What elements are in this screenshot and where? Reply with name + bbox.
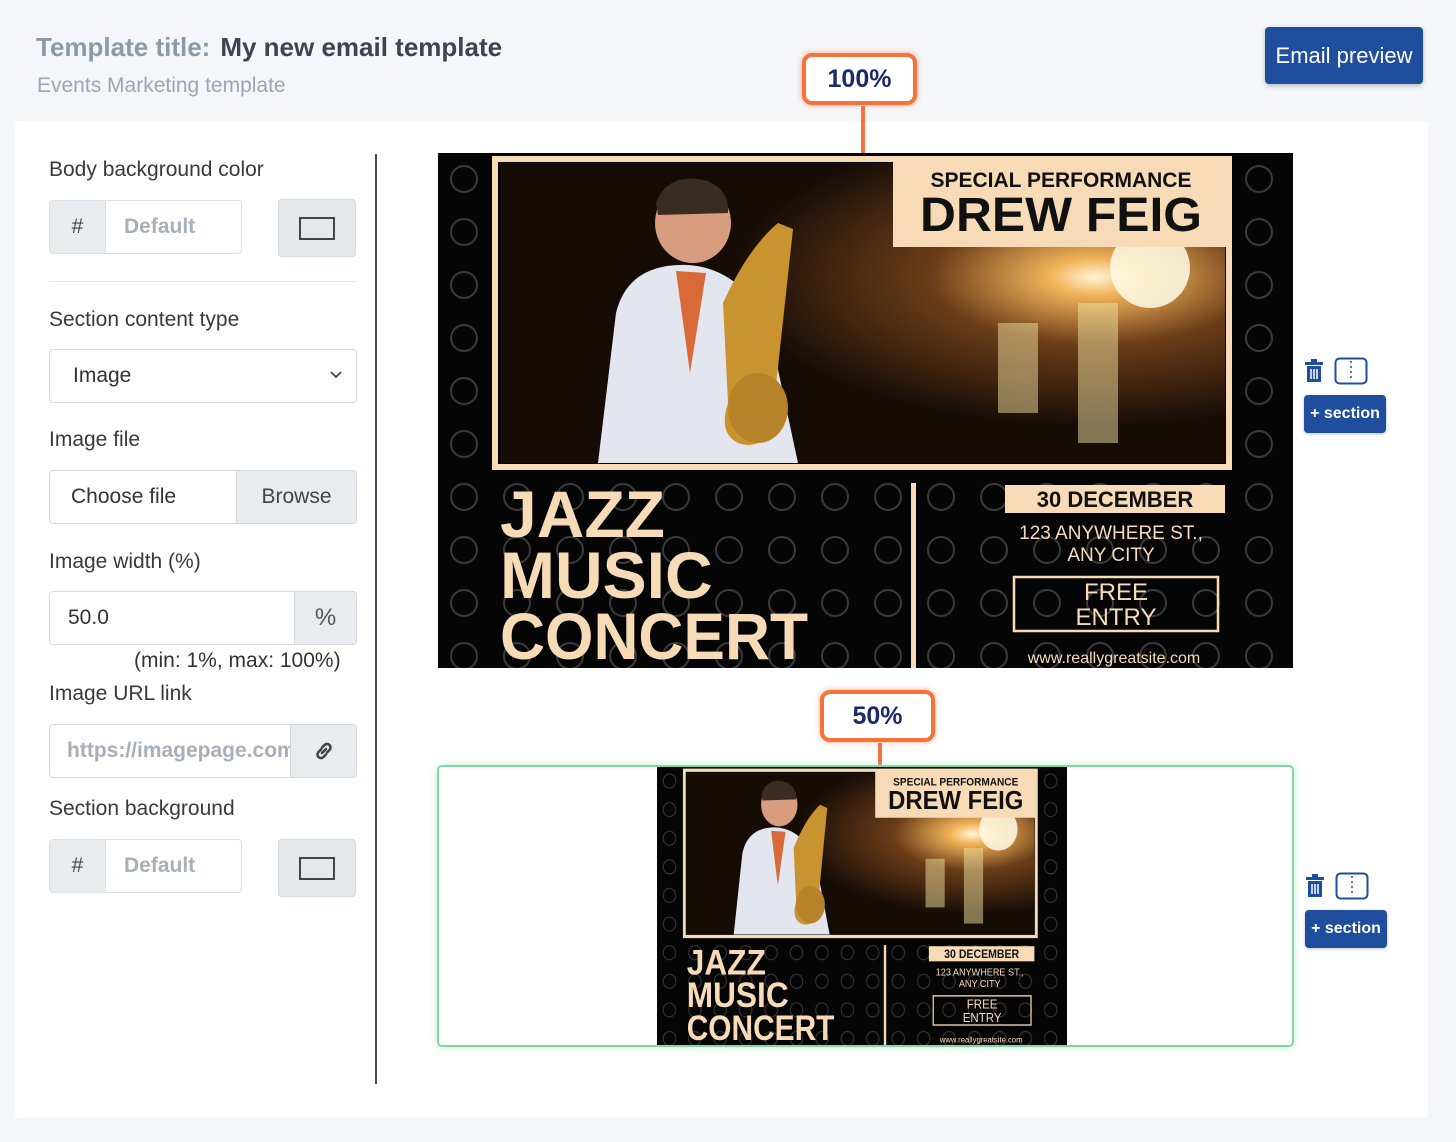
section-toolbar-1 bbox=[1304, 357, 1368, 385]
trash-icon[interactable] bbox=[1304, 359, 1324, 383]
poster-entry-text: ENTRY bbox=[963, 1010, 1002, 1025]
image-url-label: Image URL link bbox=[49, 682, 192, 705]
poster-date-text: 30 DECEMBER bbox=[1037, 487, 1194, 512]
poster-concert-text: CONCERT bbox=[500, 599, 808, 668]
color-square-icon bbox=[299, 216, 335, 240]
body-bg-color-swatch[interactable] bbox=[278, 199, 356, 257]
add-section-button[interactable]: + section bbox=[1304, 395, 1386, 433]
chevron-down-icon bbox=[328, 366, 344, 387]
poster-address-line2: ANY CITY bbox=[1067, 545, 1155, 566]
section-bg-input[interactable]: # Default bbox=[49, 839, 242, 893]
section-toolbar-2 bbox=[1305, 872, 1369, 900]
hash-prefix: # bbox=[50, 201, 106, 253]
add-section-button[interactable]: + section bbox=[1305, 910, 1387, 948]
template-title-value[interactable]: My new email template bbox=[220, 32, 502, 62]
percent-icon: % bbox=[294, 592, 356, 644]
poster-name-text: DREW FEIG bbox=[920, 189, 1202, 242]
image-width-value[interactable]: 50.0 bbox=[50, 592, 294, 644]
poster-website-text: www.reallygreatsite.com bbox=[1027, 650, 1201, 667]
width-callout-50: 50% bbox=[820, 690, 935, 742]
image-width-label: Image width (%) bbox=[49, 550, 201, 573]
poster-free-text: FREE bbox=[967, 997, 998, 1012]
poster-image-full[interactable]: SPECIAL PERFORMANCE DREW FEIG JAZZ MUSIC… bbox=[438, 153, 1293, 668]
template-title-label: Template title: bbox=[36, 32, 211, 62]
body-bg-label: Body background color bbox=[49, 158, 264, 181]
image-url-input[interactable]: https://imagepage.com bbox=[49, 724, 357, 778]
section-bg-value[interactable]: Default bbox=[106, 840, 241, 892]
poster-address-line1: 123 ANYWHERE ST., bbox=[936, 967, 1024, 979]
settings-divider bbox=[49, 281, 357, 282]
section-type-value: Image bbox=[73, 364, 132, 387]
poster-concert-text: CONCERT bbox=[687, 1009, 835, 1045]
browse-button[interactable]: Browse bbox=[236, 471, 356, 523]
template-subtitle: Events Marketing template bbox=[37, 74, 286, 97]
callout-pointer bbox=[861, 106, 865, 154]
image-width-hint: (min: 1%, max: 100%) bbox=[134, 649, 341, 672]
poster-date-text: 30 DECEMBER bbox=[944, 949, 1019, 962]
color-square-icon bbox=[299, 856, 335, 880]
image-width-input[interactable]: 50.0 % bbox=[49, 591, 357, 645]
section-bg-label: Section background bbox=[49, 797, 235, 820]
image-file-input[interactable]: Choose file Browse bbox=[49, 470, 357, 524]
link-icon[interactable] bbox=[290, 725, 356, 777]
callout-pointer bbox=[878, 743, 882, 767]
choose-file-text[interactable]: Choose file bbox=[50, 471, 236, 523]
email-preview-button[interactable]: Email preview bbox=[1265, 27, 1423, 84]
poster-image-half[interactable]: SPECIAL PERFORMANCE DREW FEIG JAZZ MUSIC… bbox=[657, 767, 1067, 1045]
poster-entry-text: ENTRY bbox=[1076, 604, 1157, 631]
poster-free-text: FREE bbox=[1084, 579, 1148, 606]
split-column-icon[interactable] bbox=[1334, 357, 1368, 385]
template-title: Template title: My new email template bbox=[36, 32, 502, 63]
image-url-placeholder[interactable]: https://imagepage.com bbox=[50, 725, 290, 777]
split-column-icon[interactable] bbox=[1335, 872, 1369, 900]
poster-address-line1: 123 ANYWHERE ST., bbox=[1019, 523, 1203, 544]
hash-prefix: # bbox=[50, 840, 106, 892]
section-type-label: Section content type bbox=[49, 308, 240, 331]
section-bg-color-swatch[interactable] bbox=[278, 839, 356, 897]
image-file-label: Image file bbox=[49, 428, 141, 451]
trash-icon[interactable] bbox=[1305, 874, 1325, 898]
poster-address-line2: ANY CITY bbox=[959, 979, 1001, 991]
panel-divider bbox=[375, 154, 377, 1084]
poster-name-text: DREW FEIG bbox=[888, 787, 1023, 816]
body-bg-input[interactable]: # Default bbox=[49, 200, 242, 254]
poster-website-text: www.reallygreatsite.com bbox=[939, 1035, 1023, 1045]
body-bg-value[interactable]: Default bbox=[106, 201, 241, 253]
width-callout-100: 100% bbox=[802, 53, 917, 105]
section-type-select[interactable]: Image bbox=[49, 349, 357, 403]
